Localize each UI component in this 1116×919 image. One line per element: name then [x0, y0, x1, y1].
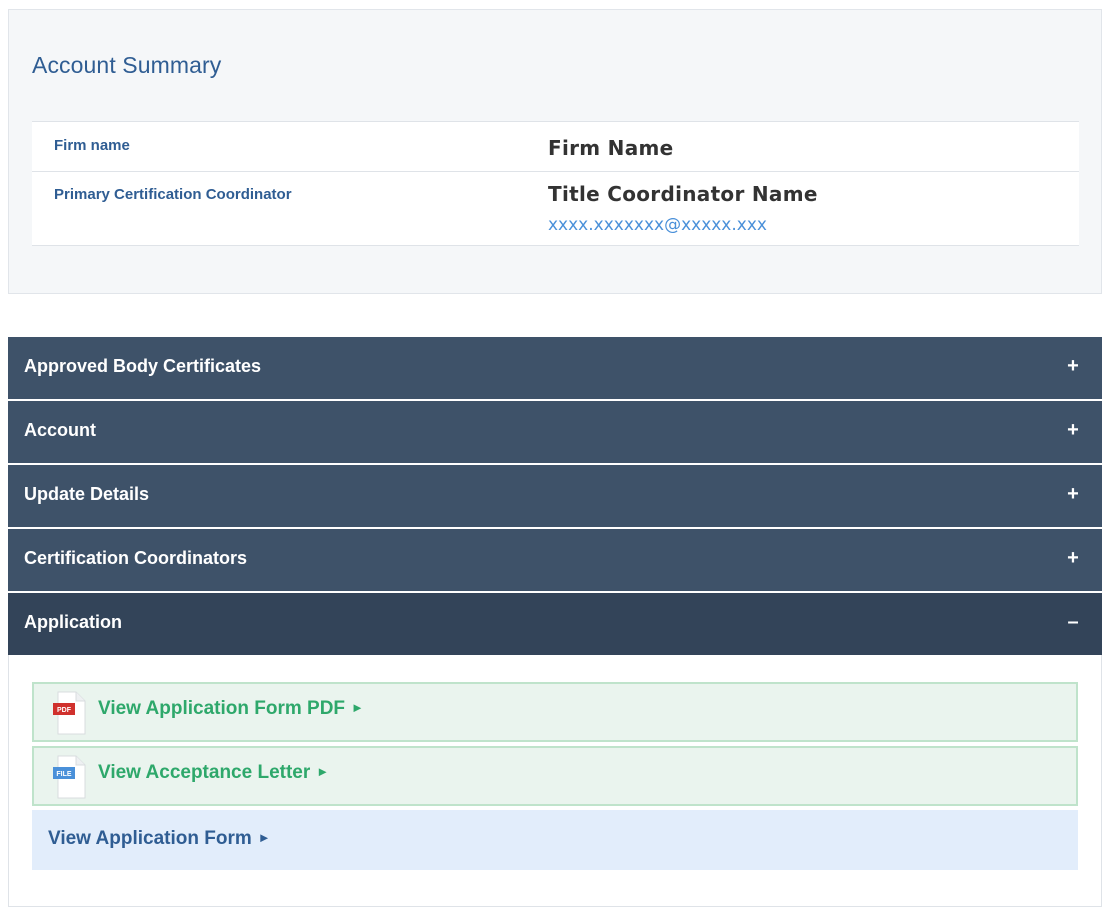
- account-summary-table: Firm name Firm Name Primary Certificatio…: [32, 121, 1079, 246]
- coordinator-name: Title Coordinator Name: [548, 182, 818, 206]
- accordion-title: Update Details: [24, 484, 150, 504]
- accordion-title: Approved Body Certificates: [24, 356, 262, 376]
- collapse-minus-icon[interactable]: –: [1065, 611, 1081, 634]
- link-label-text: View Application Form: [48, 828, 252, 849]
- accordion-update-details[interactable]: Update Details +: [8, 465, 1102, 527]
- arrow-right-icon: ►: [257, 830, 271, 845]
- application-panel: PDF View Application Form PDF ► FILE View…: [8, 655, 1102, 907]
- expand-plus-icon[interactable]: +: [1065, 419, 1081, 442]
- arrow-right-icon: ►: [316, 764, 330, 779]
- firm-name-label: Firm name: [54, 137, 130, 154]
- link-label-text: View Application Form PDF: [98, 698, 346, 719]
- expand-plus-icon[interactable]: +: [1065, 547, 1081, 570]
- file-badge-text: FILE: [56, 771, 71, 778]
- link-label-text: View Acceptance Letter: [98, 762, 311, 783]
- accordion-title: Application: [24, 612, 122, 632]
- view-application-form-link[interactable]: View Application Form ►: [32, 810, 1078, 870]
- arrow-right-icon: ►: [351, 700, 364, 715]
- accordion-title: Account: [24, 420, 96, 440]
- expand-plus-icon[interactable]: +: [1065, 483, 1081, 506]
- account-summary-title: Account Summary: [32, 52, 222, 78]
- view-application-form-pdf-link[interactable]: PDF View Application Form PDF ►: [32, 682, 1078, 742]
- pdf-file-icon: PDF: [53, 691, 86, 735]
- firm-name-value: Firm Name: [548, 136, 674, 160]
- link-label: View Application Form PDF ►: [98, 698, 364, 720]
- coordinator-email-link[interactable]: xxxx.xxxxxxx@xxxxx.xxx: [548, 215, 767, 235]
- link-label: View Application Form ►: [48, 828, 271, 850]
- account-summary-card: Account Summary Firm name Firm Name Prim…: [8, 9, 1102, 294]
- link-label: View Acceptance Letter ►: [98, 762, 329, 784]
- coordinator-label: Primary Certification Coordinator: [54, 186, 292, 203]
- expand-plus-icon[interactable]: +: [1065, 355, 1081, 378]
- generic-file-icon: FILE: [53, 755, 86, 799]
- accordion-application[interactable]: Application –: [8, 593, 1102, 655]
- view-acceptance-letter-link[interactable]: FILE View Acceptance Letter ►: [32, 746, 1078, 806]
- dashboard-accordion: Approved Body Certificates + Account + U…: [8, 337, 1102, 907]
- accordion-account[interactable]: Account +: [8, 401, 1102, 463]
- pdf-badge-text: PDF: [57, 707, 72, 714]
- accordion-title: Certification Coordinators: [24, 548, 248, 568]
- accordion-approved-body-certificates[interactable]: Approved Body Certificates +: [8, 337, 1102, 399]
- coordinator-row: Primary Certification Coordinator Title …: [32, 172, 1079, 246]
- firm-name-row: Firm name Firm Name: [32, 122, 1079, 172]
- accordion-certification-coordinators[interactable]: Certification Coordinators +: [8, 529, 1102, 591]
